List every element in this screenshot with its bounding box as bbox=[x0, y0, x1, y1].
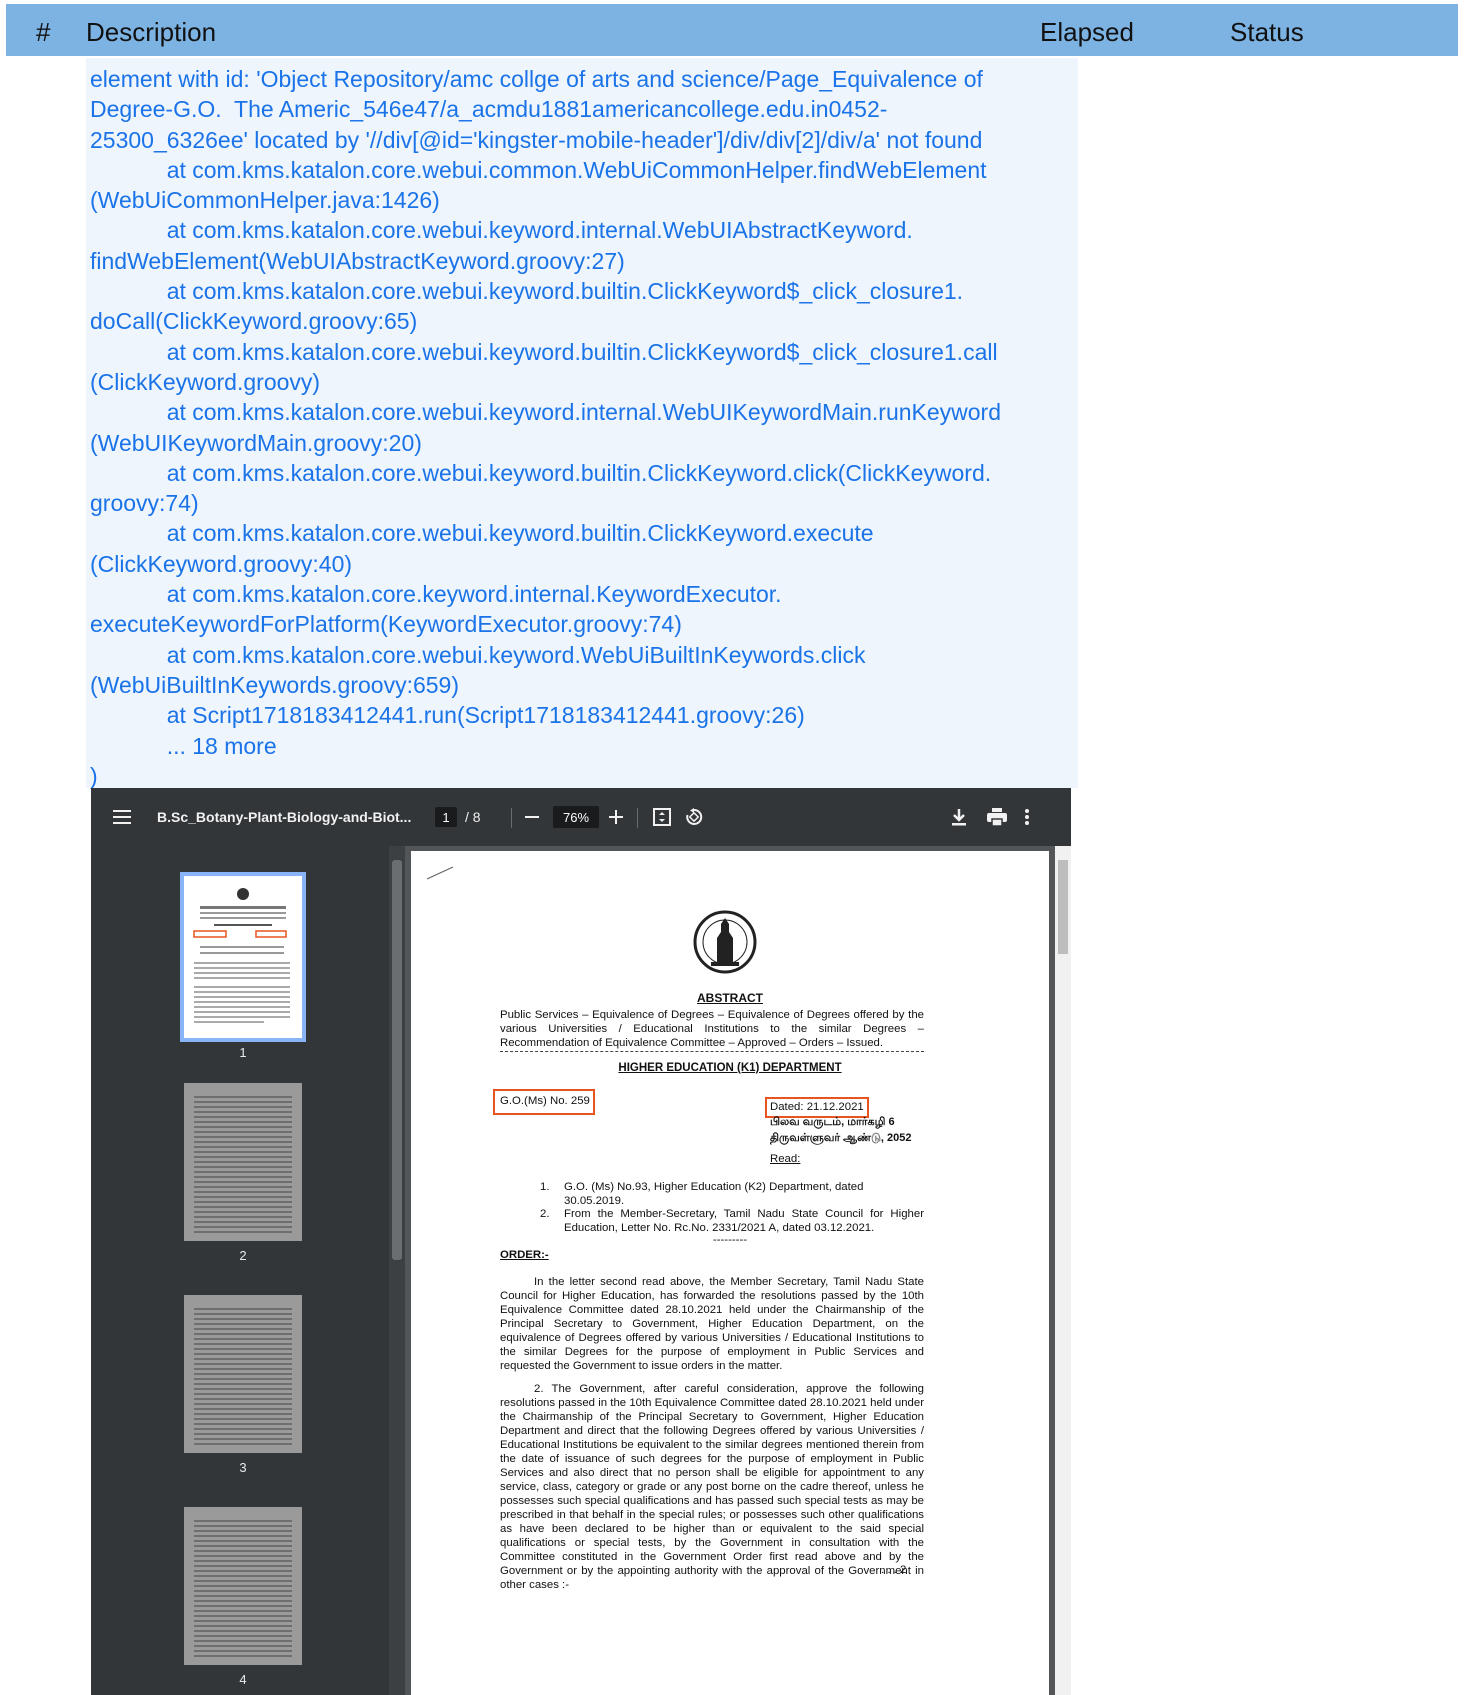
thumbnail-label-1: 1 bbox=[239, 1045, 247, 1060]
thumbnail-page-4[interactable] bbox=[184, 1507, 302, 1665]
error-stack-trace: element with id: 'Object Repository/amc … bbox=[90, 66, 1002, 789]
reference-1-number: 1. bbox=[540, 1181, 550, 1193]
print-icon[interactable] bbox=[987, 788, 1007, 846]
order-label: ORDER:- bbox=[500, 1249, 549, 1261]
reference-2-number: 2. bbox=[540, 1208, 550, 1220]
zoom-input[interactable]: 76% bbox=[553, 806, 599, 828]
page-pen-mark bbox=[426, 866, 454, 880]
page-number-input[interactable]: 1 bbox=[435, 807, 457, 827]
pdf-toolbar: B.Sc_Botany-Plant-Biology-and-Biot... 1 … bbox=[91, 788, 1071, 846]
thumbnail-page-3-preview bbox=[184, 1295, 302, 1445]
reference-separator: --------- bbox=[712, 1234, 748, 1246]
page-total: / 8 bbox=[465, 809, 481, 825]
read-label: Read: bbox=[770, 1153, 801, 1165]
document-subject: Public Services – Equivalence of Degrees… bbox=[500, 1009, 924, 1049]
column-header-status: Status bbox=[1230, 17, 1304, 47]
fit-page-icon[interactable] bbox=[653, 788, 671, 846]
tamil-date-line1: பிலவ வருடம், மார்கழி 6 bbox=[770, 1116, 895, 1128]
tamil-nadu-emblem-icon bbox=[693, 910, 757, 974]
thumbnail-page-4-preview bbox=[184, 1507, 302, 1657]
reference-1: G.O. (Ms) No.93, Higher Education (K2) D… bbox=[564, 1181, 864, 1207]
thumbnail-label-3: 3 bbox=[239, 1460, 247, 1475]
document-heading: ABSTRACT bbox=[697, 991, 763, 1005]
column-header-elapsed: Elapsed bbox=[1040, 17, 1134, 47]
thumbnail-page-1-preview bbox=[193, 888, 290, 1023]
pdf-page: ABSTRACT Public Services – Equivalence o… bbox=[411, 851, 1049, 1695]
thumbnail-page-2[interactable] bbox=[184, 1083, 302, 1241]
department-heading: HIGHER EDUCATION (K1) DEPARTMENT bbox=[618, 1062, 842, 1074]
thumbnail-label-4: 4 bbox=[239, 1672, 247, 1687]
table-header: # Description Elapsed Status bbox=[6, 4, 1458, 56]
tamil-date-line2: திருவள்ளுவர் ஆண்டு, 2052 bbox=[770, 1132, 912, 1144]
page-scrollbar[interactable] bbox=[1055, 846, 1071, 1695]
column-header-description: Description bbox=[86, 17, 217, 47]
pdf-filename: B.Sc_Botany-Plant-Biology-and-Biot... bbox=[157, 809, 412, 825]
thumbnail-label-2: 2 bbox=[239, 1248, 247, 1263]
pdf-viewer: B.Sc_Botany-Plant-Biology-and-Biot... 1 … bbox=[91, 788, 1071, 1695]
column-header-number: # bbox=[36, 17, 51, 47]
subject-separator bbox=[500, 1051, 924, 1052]
go-number: G.O.(Ms) No. 259 bbox=[500, 1095, 590, 1107]
document-date: Dated: 21.12.2021 bbox=[770, 1101, 864, 1113]
thumbnail-page-3[interactable] bbox=[184, 1295, 302, 1453]
download-icon[interactable] bbox=[951, 788, 967, 846]
order-paragraph-2: 2. The Government, after careful conside… bbox=[500, 1383, 924, 1591]
thumbnail-page-1[interactable] bbox=[180, 872, 306, 1042]
thumbnail-scrollbar[interactable] bbox=[389, 846, 405, 1695]
thumbnail-sidebar: 1 2 3 4 bbox=[91, 846, 389, 1695]
menu-icon[interactable] bbox=[113, 788, 131, 846]
minus-icon[interactable] bbox=[525, 788, 539, 846]
plus-icon[interactable] bbox=[609, 788, 623, 846]
page-continuation-marker: . . . 2 bbox=[881, 1564, 907, 1576]
reference-2: From the Member-Secretary, Tamil Nadu St… bbox=[564, 1208, 924, 1234]
thumbnail-page-2-preview bbox=[184, 1083, 302, 1233]
more-vert-icon[interactable] bbox=[1025, 788, 1029, 846]
rotate-icon[interactable] bbox=[685, 788, 703, 846]
order-paragraph-1: In the letter second read above, the Mem… bbox=[500, 1276, 924, 1372]
error-description-cell: element with id: 'Object Repository/amc … bbox=[86, 58, 1078, 789]
